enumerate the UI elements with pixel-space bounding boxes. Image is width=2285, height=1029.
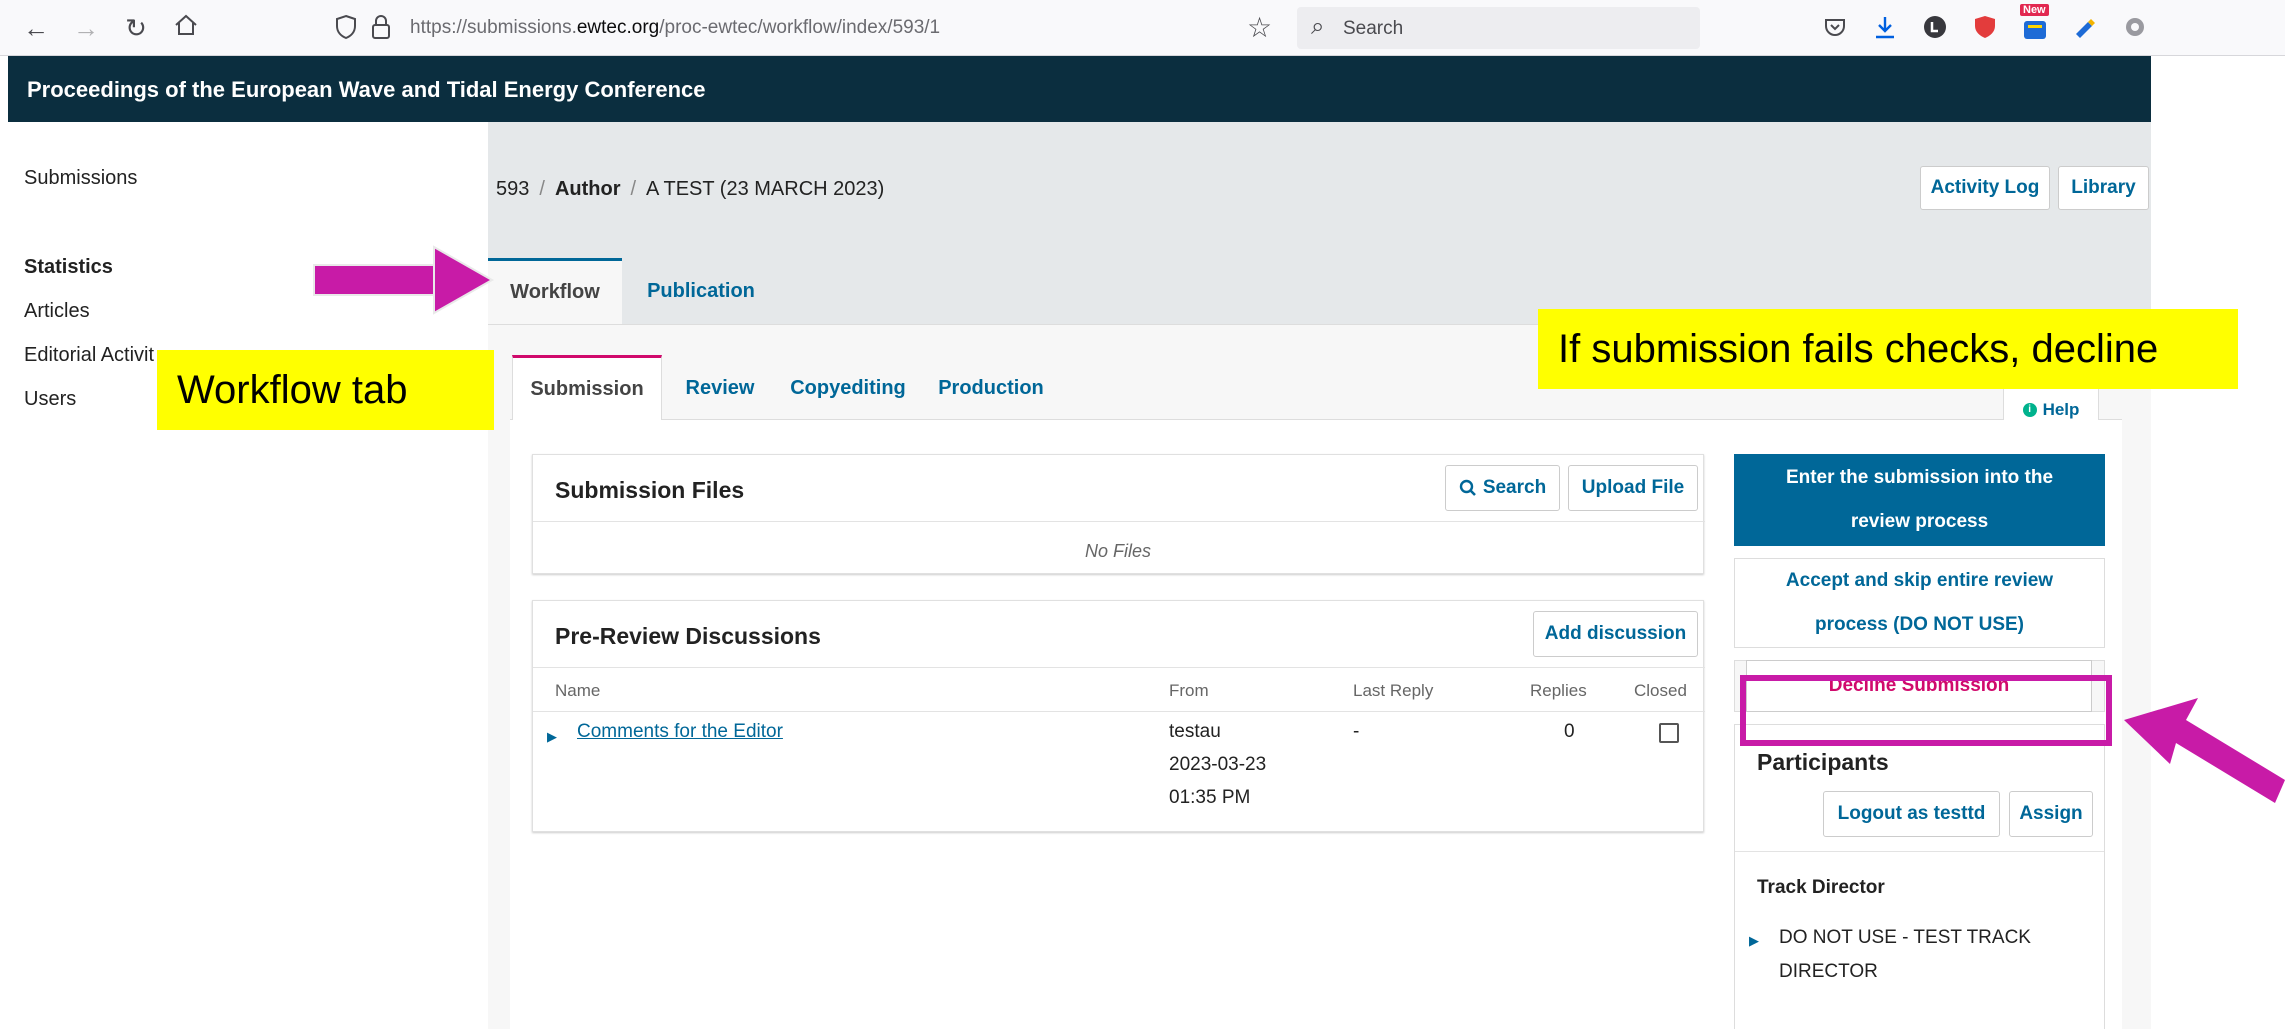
col-replies: Replies (1530, 681, 1587, 700)
discussion-link[interactable]: Comments for the Editor (577, 715, 783, 748)
files-search-button[interactable]: Search (1445, 465, 1560, 511)
library-button[interactable]: Library (2058, 166, 2149, 210)
pencil-extension-icon[interactable] (2070, 12, 2100, 42)
expand-caret-icon[interactable]: ▶ (547, 729, 557, 745)
sidebar-item-articles[interactable]: Articles (24, 300, 90, 323)
search-icon (1459, 479, 1476, 496)
submission-id: 593 (496, 178, 530, 200)
col-last-reply: Last Reply (1353, 681, 1434, 700)
browser-search[interactable]: ⌕ Search (1297, 7, 1700, 49)
header-divider (533, 711, 1705, 712)
breadcrumb: 593 / Author / A TEST (23 MARCH 2023) (496, 178, 884, 201)
pocket-icon[interactable] (1820, 12, 1850, 42)
workflow-tab-callout: Workflow tab (157, 350, 494, 430)
sidebar-item-editorial-activity[interactable]: Editorial Activit (24, 344, 154, 367)
sidebar-item-users[interactable]: Users (24, 388, 76, 411)
upload-file-button[interactable]: Upload File (1568, 465, 1698, 511)
decline-callout: If submission fails checks, decline (1538, 309, 2238, 389)
search-placeholder: Search (1343, 18, 1404, 39)
from-date: 2023-03-23 (1169, 754, 1267, 775)
submission-files-title: Submission Files (555, 477, 745, 503)
last-reply: - (1353, 721, 1360, 742)
breadcrumb-separator: / (630, 178, 637, 200)
col-name: Name (555, 681, 601, 700)
home-icon[interactable] (170, 12, 202, 44)
participant-name[interactable]: DO NOT USE - TEST TRACK DIRECTOR (1779, 921, 2079, 989)
site-header: Proceedings of the European Wave and Tid… (8, 56, 2151, 122)
col-from: From (1169, 681, 1209, 700)
submission-title: A TEST (23 MARCH 2023) (646, 178, 885, 200)
download-icon[interactable] (1870, 12, 1900, 42)
accept-skip-review-button[interactable]: Accept and skip entire review process (D… (1734, 558, 2105, 648)
from-time: 01:35 PM (1169, 787, 1251, 808)
info-icon: i (2022, 402, 2037, 417)
new-extension-icon[interactable]: New (2020, 4, 2050, 42)
activity-log-button[interactable]: Activity Log (1920, 166, 2050, 210)
decline-arrow-icon (2124, 698, 2285, 803)
workflow-arrow-icon (313, 245, 495, 315)
breadcrumb-separator: / (539, 178, 545, 200)
sidebar-item-statistics[interactable]: Statistics (24, 256, 113, 279)
main-content: 593 / Author / A TEST (23 MARCH 2023) Activi… (488, 122, 2151, 1029)
back-icon[interactable]: ← (20, 12, 52, 44)
send-to-review-button[interactable]: Enter the submission into the review pro… (1734, 454, 2105, 546)
tab-submission[interactable]: Submission (512, 355, 662, 421)
tab-production[interactable]: Production (928, 355, 1054, 421)
bookmark-star-icon[interactable]: ☆ (1247, 11, 1272, 44)
discussions-title: Pre-Review Discussions (555, 623, 821, 649)
tab-copyediting[interactable]: Copyediting (778, 355, 918, 421)
participants-divider (1735, 851, 2104, 852)
assign-button[interactable]: Assign (2009, 791, 2093, 837)
sidebar-item-submissions[interactable]: Submissions (24, 167, 137, 190)
extension-dark-icon[interactable] (1920, 12, 1950, 42)
card-divider (533, 667, 1705, 668)
browser-toolbar: ← → ↻ https://submissions.ewtec.org/proc… (0, 0, 2285, 56)
add-discussion-button[interactable]: Add discussion (1533, 611, 1698, 657)
participants-panel: Participants Logout as testtd Assign Tra… (1734, 724, 2105, 1029)
col-closed: Closed (1634, 681, 1687, 700)
submission-files-card: Submission Files Search Upload File No F… (532, 454, 1705, 574)
no-files-text: No Files (1084, 541, 1151, 561)
address-bar[interactable]: https://submissions.ewtec.org/proc-ewtec… (322, 7, 1282, 49)
participants-title: Participants (1757, 749, 1889, 775)
reload-icon[interactable]: ↻ (120, 12, 152, 44)
logout-as-button[interactable]: Logout as testtd (1823, 791, 2000, 837)
ublock-icon[interactable] (1970, 12, 2000, 42)
site-title[interactable]: Proceedings of the European Wave and Tid… (27, 77, 706, 103)
lock-icon[interactable] (370, 13, 392, 46)
forward-icon[interactable]: → (70, 12, 102, 44)
expand-caret-icon[interactable]: ▶ (1749, 933, 1759, 949)
files-search-label: Search (1482, 477, 1547, 498)
search-icon: ⌕ (1311, 13, 1325, 40)
shield-icon[interactable] (334, 13, 358, 46)
from-user: testau (1169, 721, 1221, 742)
new-badge: New (2020, 4, 2049, 16)
decline-highlight-box (1740, 675, 2112, 746)
closed-checkbox[interactable] (1659, 723, 1679, 743)
replies-count: 0 (1564, 721, 1575, 742)
toolbar-icons: New (1820, 4, 2150, 44)
tab-workflow[interactable]: Workflow (488, 258, 622, 324)
tab-publication[interactable]: Publication (636, 258, 766, 324)
url-text[interactable]: https://submissions.ewtec.org/proc-ewtec… (410, 17, 940, 39)
help-label: Help (2042, 399, 2080, 419)
breadcrumb-role: Author (554, 178, 621, 200)
role-title: Track Director (1757, 877, 1885, 898)
tab-review[interactable]: Review (672, 355, 768, 421)
card-divider (533, 521, 1705, 522)
settings-gear-icon[interactable] (2120, 12, 2150, 42)
pre-review-discussions-card: Pre-Review Discussions Add discussion Na… (532, 600, 1705, 832)
